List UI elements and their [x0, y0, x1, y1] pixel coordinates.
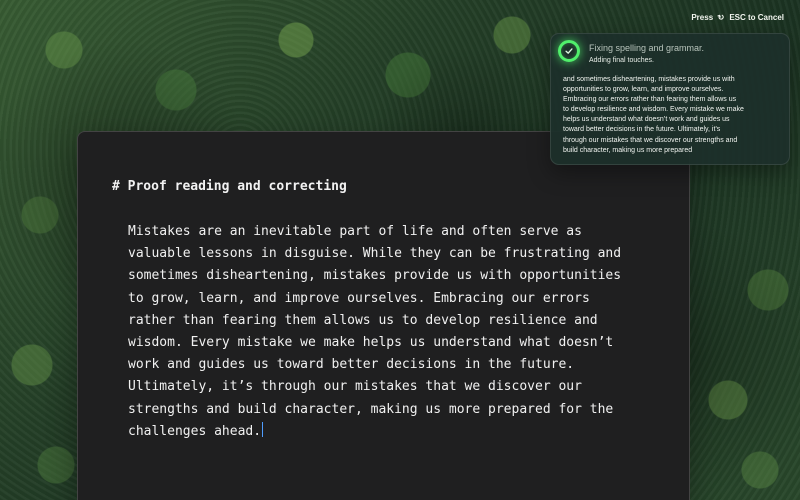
toast-preview-line: Embracing our errors rather than fearing… [563, 96, 737, 104]
text-cursor [262, 421, 264, 437]
toast-subtitle: Adding final touches. [589, 57, 654, 64]
toast-preview-line: through our mistakes that we discover ou… [563, 136, 738, 144]
esc-hint-prefix: Press [691, 13, 714, 22]
check-circle-icon [558, 40, 580, 62]
document-line: sometimes disheartening, mistakes provid… [128, 268, 622, 284]
forest-background: Press ↻ ESC to Cancel Fixing spelling an… [0, 0, 800, 500]
toast-title: Fixing spelling and grammar. [589, 43, 705, 53]
text-editor-window[interactable]: # Proof reading and correcting Mistakes … [77, 131, 690, 500]
document-line: strengths and build character, making us… [128, 401, 614, 417]
toast-preview-line: to develop resilience and wisdom. Every … [563, 106, 744, 114]
document-line: Ultimately, it’s through our mistakes th… [128, 379, 582, 395]
toast-preview-line: toward better decisions in the future. U… [563, 126, 721, 134]
document-last-line: challenges ahead. [128, 421, 658, 443]
toast-preview-line: helps us understand what doesn’t work an… [563, 116, 730, 124]
document-heading: # Proof reading and correcting [112, 179, 347, 194]
esc-hint-suffix: ESC to Cancel [729, 13, 784, 22]
document-line: Mistakes are an inevitable part of life … [128, 224, 582, 239]
toast-preview-line: opportunities to grow, learn, and improv… [563, 86, 724, 94]
document-line: valuable lessons in disguise. While they… [128, 246, 622, 262]
document-line: work and guides us toward better decisio… [128, 357, 575, 373]
toast-preview: and sometimes disheartening, mistakes pr… [563, 75, 781, 156]
undo-icon: ↻ [716, 12, 727, 23]
document-line: to grow, learn, and improve ourselves. E… [128, 290, 590, 306]
document-body[interactable]: Mistakes are an inevitable part of life … [128, 221, 658, 443]
grammar-progress-toast: Fixing spelling and grammar. Adding fina… [550, 33, 790, 165]
toast-preview-line: build character, making us more prepared [563, 146, 693, 154]
document-line-text: challenges ahead. [128, 423, 262, 439]
esc-cancel-hint[interactable]: Press ↻ ESC to Cancel [691, 10, 784, 26]
document-line: rather than fearing them allows us to de… [128, 312, 598, 328]
document-line: wisdom. Every mistake we make helps us u… [128, 334, 614, 350]
toast-preview-line: and sometimes disheartening, mistakes pr… [563, 76, 735, 83]
